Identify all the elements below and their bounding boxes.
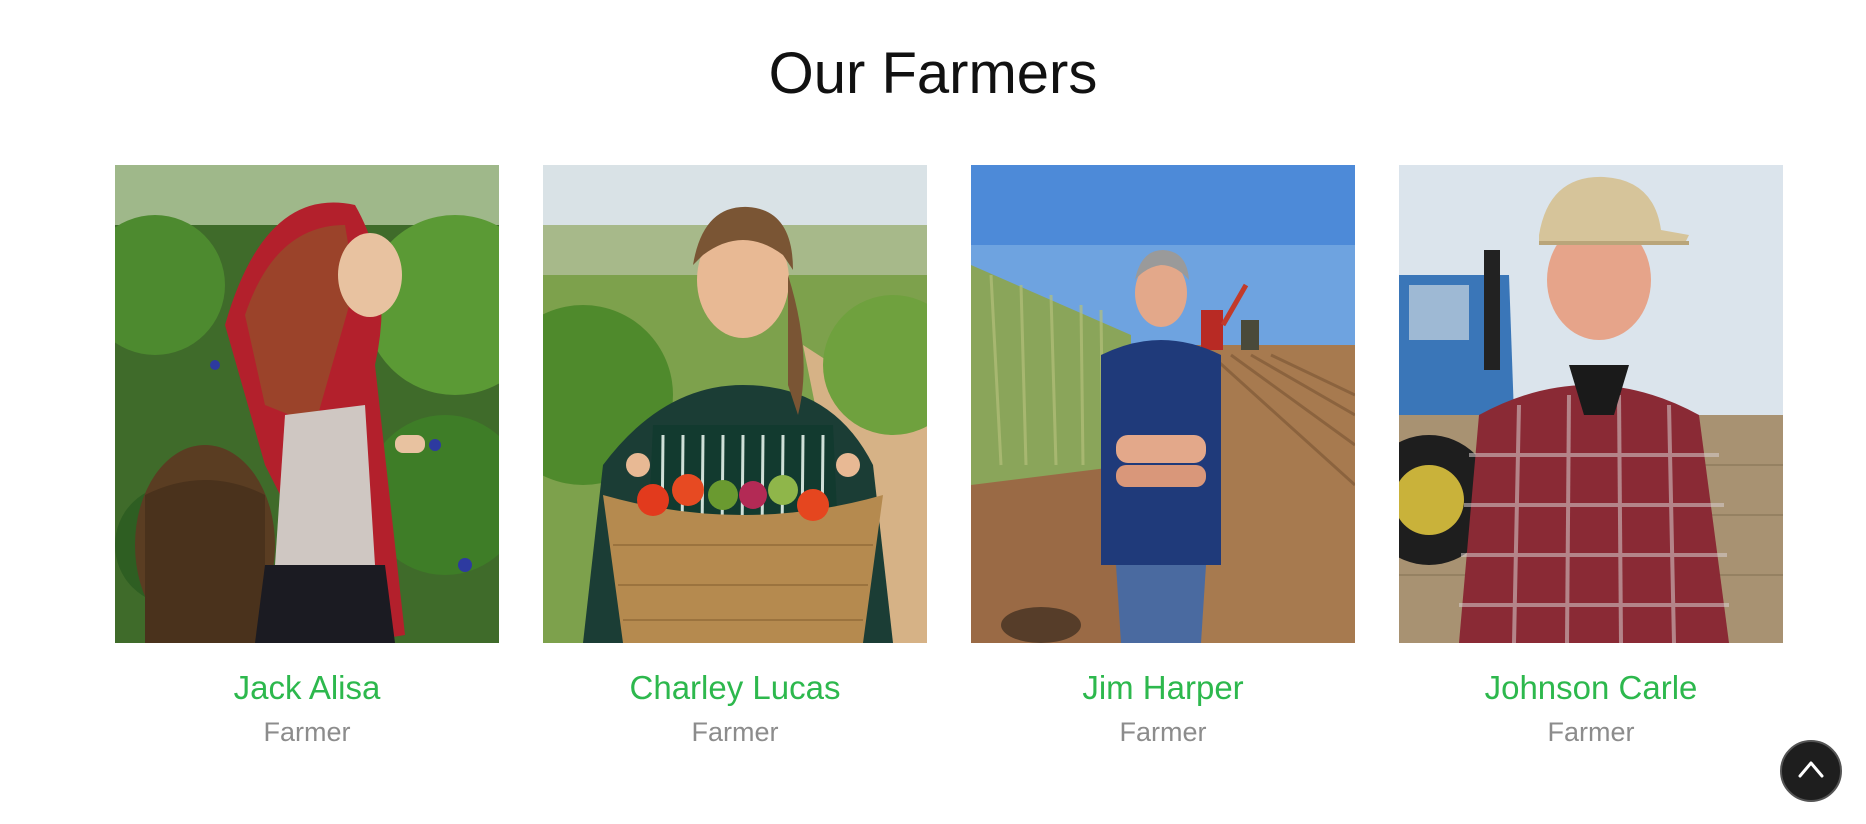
farmer-photo-4 xyxy=(1399,165,1783,643)
farmer-card-4[interactable]: Johnson Carle Farmer xyxy=(1399,165,1783,748)
section-title: Our Farmers xyxy=(768,41,1098,106)
farmer-role-4: Farmer xyxy=(1547,717,1635,747)
farmer-name-3[interactable]: Jim Harper xyxy=(971,669,1355,707)
farmer-card-1[interactable]: Jack Alisa Farmer xyxy=(115,165,499,748)
back-to-top-button[interactable] xyxy=(1780,740,1842,802)
farmer-name-1[interactable]: Jack Alisa xyxy=(115,669,499,707)
farmer-role-1: Farmer xyxy=(263,717,351,747)
farmer-photo-1 xyxy=(115,165,499,643)
chevron-up-icon xyxy=(1797,759,1825,784)
farmer-photo-3 xyxy=(971,165,1355,643)
farmer-photo-2 xyxy=(543,165,927,643)
farmer-card-3[interactable]: Jim Harper Farmer xyxy=(971,165,1355,748)
farmer-role-3: Farmer xyxy=(1119,717,1207,747)
farmer-name-2[interactable]: Charley Lucas xyxy=(543,669,927,707)
farmer-name-4[interactable]: Johnson Carle xyxy=(1399,669,1783,707)
farmer-card-2[interactable]: Charley Lucas Farmer xyxy=(543,165,927,748)
farmer-role-2: Farmer xyxy=(691,717,779,747)
